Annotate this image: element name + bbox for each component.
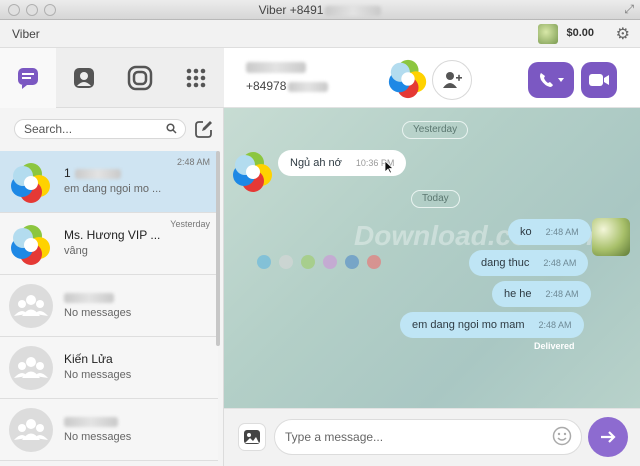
conversation-preview: No messages	[64, 431, 132, 443]
add-user-icon	[443, 72, 462, 88]
dialpad-icon	[186, 68, 206, 88]
group-avatar-icon	[9, 346, 53, 390]
smiley-icon[interactable]	[552, 426, 572, 446]
conversation-list: 1 em dang ngoi mo ... 2:48 AM Ms. Hương …	[0, 151, 218, 461]
mouse-cursor-icon	[384, 160, 394, 174]
balance-label[interactable]: $0.00	[566, 27, 594, 39]
contact-avatar	[11, 163, 50, 203]
conversation-name: 1	[64, 166, 121, 180]
search-input[interactable]	[14, 119, 186, 139]
sender-avatar[interactable]	[230, 148, 276, 194]
video-call-button[interactable]	[581, 62, 617, 98]
contact-avatar[interactable]	[386, 56, 430, 100]
app-bar: Viber $0.00 ⚙	[0, 20, 640, 48]
conversation-time: 2:48 AM	[176, 157, 210, 167]
group-avatar-icon	[9, 284, 53, 328]
search-row	[0, 108, 224, 148]
composer	[224, 408, 640, 466]
message-time: 2:48 AM	[538, 320, 572, 330]
conversation-name	[64, 290, 114, 304]
message-text: Ngủ ah nớ	[290, 157, 342, 169]
conversation-item[interactable]: 1 em dang ngoi mo ... 2:48 AM	[0, 151, 218, 213]
message-text: em dang ngoi mo mam	[412, 319, 525, 331]
conversation-item[interactable]: No messages	[0, 399, 218, 461]
outgoing-message[interactable]: dang thuc 2:48 AM	[469, 250, 589, 276]
contacts-icon	[74, 68, 94, 88]
fullscreen-icon[interactable]: ⤢	[624, 2, 634, 17]
viber-out-icon[interactable]	[538, 24, 558, 44]
video-camera-icon	[589, 74, 609, 86]
conversation-preview: vâng	[64, 245, 88, 257]
app-name: Viber	[12, 27, 40, 41]
outgoing-message[interactable]: em dang ngoi mo mam 2:48 AM	[400, 312, 584, 338]
tab-bar	[0, 48, 224, 108]
contact-phone: +84978	[246, 79, 329, 93]
conversation-time: Yesterday	[170, 219, 210, 229]
chat-header: +84978	[224, 48, 640, 108]
conversation-preview: No messages	[64, 307, 132, 319]
message-time: 2:48 AM	[543, 258, 577, 268]
conversation-name: Ms. Hương VIP ...	[64, 228, 161, 242]
tab-chats[interactable]	[0, 48, 56, 108]
public-chats-icon	[127, 65, 153, 91]
call-button[interactable]	[528, 62, 574, 98]
send-button[interactable]	[588, 417, 628, 457]
tab-contacts[interactable]	[56, 48, 112, 108]
message-text: he he	[504, 288, 532, 300]
conversation-item[interactable]: No messages	[0, 275, 218, 337]
list-scrollbar[interactable]	[216, 151, 220, 346]
conversation-name: Kiến Lửa	[64, 352, 113, 366]
conversation-preview: em dang ngoi mo ...	[64, 183, 162, 195]
conversation-item[interactable]: Kiến Lửa No messages	[0, 337, 218, 399]
tab-dialpad[interactable]	[168, 48, 224, 108]
conversation-item[interactable]: Ms. Hương VIP ... vâng Yesterday	[0, 213, 218, 275]
my-avatar[interactable]	[592, 218, 630, 256]
image-icon	[244, 430, 260, 444]
message-text: dang thuc	[481, 257, 530, 269]
message-time: 2:48 AM	[545, 227, 579, 237]
watermark-dots	[257, 255, 389, 272]
contact-avatar	[11, 225, 50, 265]
message-text: ko	[520, 226, 532, 238]
outgoing-message[interactable]: he he 2:48 AM	[492, 281, 591, 307]
contact-name-blurred	[246, 62, 306, 73]
gear-icon[interactable]: ⚙	[616, 24, 630, 44]
outgoing-message[interactable]: ko 2:48 AM	[508, 219, 591, 245]
sidebar: 1 em dang ngoi mo ... 2:48 AM Ms. Hương …	[0, 48, 224, 466]
message-input[interactable]	[274, 419, 582, 455]
phone-icon	[540, 73, 564, 87]
conversation-name	[64, 414, 118, 428]
window-title: Viber +8491	[0, 3, 640, 17]
conversation-preview: No messages	[64, 369, 132, 381]
search-icon[interactable]	[166, 123, 177, 134]
title-bar: Viber +8491 ⤢	[0, 0, 640, 20]
send-photo-button[interactable]	[238, 423, 266, 451]
tab-public-chats[interactable]	[112, 48, 168, 108]
date-separator: Today	[411, 190, 460, 208]
delivery-status: Delivered	[534, 341, 575, 351]
group-avatar-icon	[9, 408, 53, 452]
chat-icon	[18, 68, 38, 89]
arrow-right-icon	[601, 431, 616, 443]
chat-area: Yesterday Ngủ ah nớ 10:36 PM Today Downlo…	[224, 108, 640, 408]
date-separator: Yesterday	[402, 121, 469, 139]
compose-icon[interactable]	[194, 119, 214, 139]
message-time: 2:48 AM	[545, 289, 579, 299]
add-participant-button[interactable]	[432, 60, 472, 100]
